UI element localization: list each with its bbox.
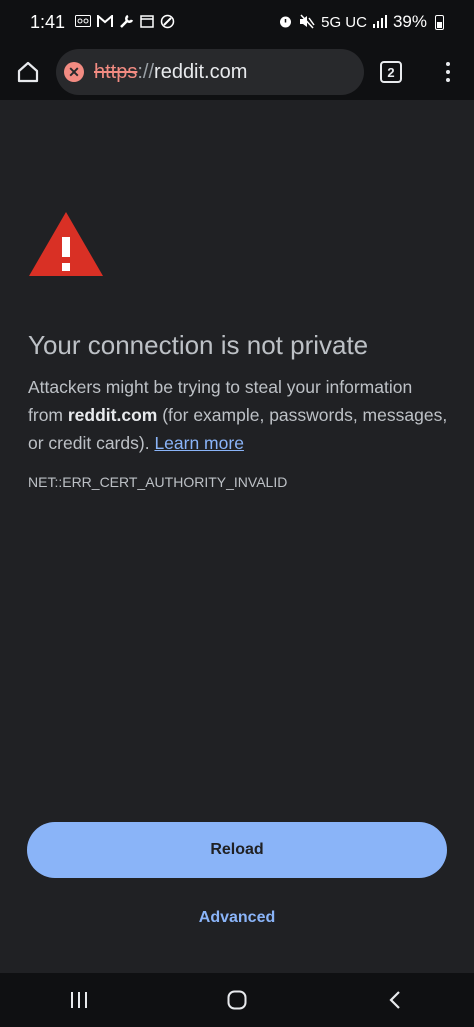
voicemail-icon xyxy=(75,15,92,29)
home-icon xyxy=(17,61,39,83)
url-scheme: https xyxy=(94,60,138,83)
gmail-icon xyxy=(97,13,114,30)
battery-icon xyxy=(435,14,444,30)
menu-dot xyxy=(446,62,450,66)
tab-switcher-button[interactable]: 2 xyxy=(380,61,402,83)
recents-button[interactable] xyxy=(49,973,109,1027)
recents-icon xyxy=(71,992,87,1008)
home-button[interactable] xyxy=(0,44,56,100)
system-nav-bar xyxy=(0,973,474,1027)
home-nav-button[interactable] xyxy=(207,973,267,1027)
url-text[interactable]: https://reddit.com xyxy=(94,61,247,84)
alarm-icon xyxy=(278,14,293,31)
status-left: 1:41 xyxy=(30,12,175,33)
editor-icon xyxy=(160,14,175,31)
signal-icon xyxy=(372,14,387,30)
description-host: reddit.com xyxy=(67,405,158,425)
warning-icon xyxy=(29,212,103,276)
not-secure-icon[interactable]: ✕ xyxy=(64,62,84,82)
status-right: 5G UC 39% xyxy=(278,12,444,32)
url-separator: :// xyxy=(137,60,155,83)
battery-label: 39% xyxy=(392,12,427,31)
learn-more-link[interactable]: Learn more xyxy=(154,433,244,453)
advanced-button[interactable]: Advanced xyxy=(0,909,474,927)
screen: 1:41 5G UC 39% ✕ https://reddit.com 2 Yo… xyxy=(0,0,474,1027)
mute-icon xyxy=(299,13,315,31)
browser-toolbar: ✕ https://reddit.com 2 xyxy=(0,44,474,100)
reload-button[interactable]: Reload xyxy=(27,822,447,878)
warning-description: Attackers might be trying to steal your … xyxy=(28,373,448,457)
back-icon xyxy=(389,991,400,1009)
omnibox[interactable]: ✕ https://reddit.com xyxy=(56,49,364,95)
home-circle-icon xyxy=(227,990,247,1010)
more-menu-button[interactable] xyxy=(436,52,460,92)
error-code: NET::ERR_CERT_AUTHORITY_INVALID xyxy=(28,474,288,490)
wrench-icon xyxy=(119,14,134,31)
status-time: 1:41 xyxy=(30,11,66,32)
calendar-icon xyxy=(140,14,154,30)
page-title: Your connection is not private xyxy=(28,330,369,360)
status-bar: 1:41 5G UC 39% xyxy=(0,0,474,44)
menu-dot xyxy=(446,70,450,74)
menu-dot xyxy=(446,78,450,82)
url-host: reddit.com xyxy=(154,60,248,83)
network-label: 5G UC xyxy=(321,13,367,31)
back-button[interactable] xyxy=(365,973,425,1027)
